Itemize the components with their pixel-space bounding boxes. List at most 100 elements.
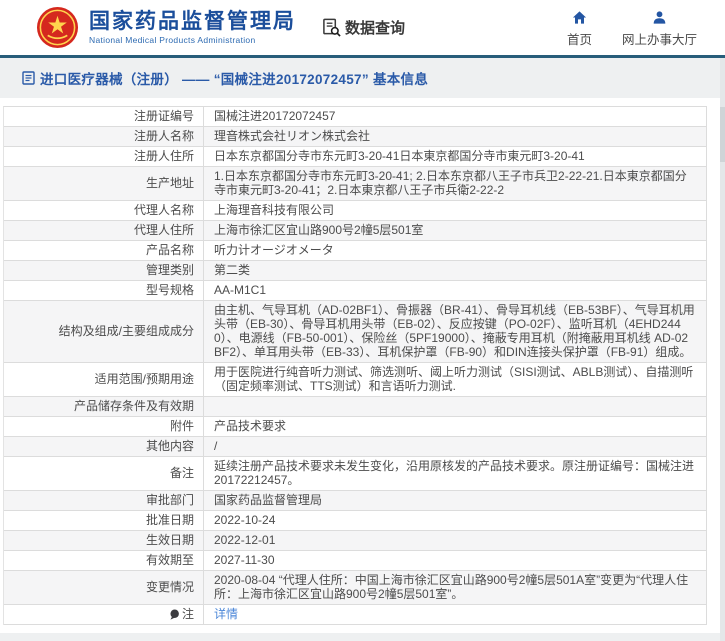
row-value: 国家药品监督管理局 <box>204 491 706 510</box>
row-label-text: 其他内容 <box>146 439 194 453</box>
row-label-text: 产品名称 <box>146 243 194 257</box>
row-value-text: 上海理音科技有限公司 <box>214 203 334 217</box>
row-value-text: 延续注册产品技术要求未发生变化，沿用原核发的产品技术要求。原注册证编号：国械注进… <box>214 459 694 487</box>
table-row: 代理人住所 上海市徐汇区宜山路900号2幢5层501室 <box>4 221 706 241</box>
row-label: 生效日期 <box>4 531 204 550</box>
row-value: 国械注进20172072457 <box>204 107 706 126</box>
row-label-text: 有效期至 <box>146 553 194 567</box>
row-label: 注册人住所 <box>4 147 204 166</box>
row-value: 用于医院进行纯音听力测试、筛选测听、阈上听力测试（SISI测试、ABLB测试）、… <box>204 363 706 396</box>
table-row: 备注 延续注册产品技术要求未发生变化，沿用原核发的产品技术要求。原注册证编号：国械… <box>4 457 706 491</box>
row-value-text: 国家药品监督管理局 <box>214 493 322 507</box>
top-nav: 首页 网上办事大厅 <box>567 0 697 48</box>
row-label: 变更情况 <box>4 571 204 604</box>
details-link[interactable]: 详情 <box>214 607 238 621</box>
row-value-text: 上海市徐汇区宜山路900号2幢5层501室 <box>214 223 423 237</box>
row-value-text: 由主机、气导耳机（AD-02BF1）、骨振器（BR-41）、骨导耳机线（EB-5… <box>214 303 695 359</box>
table-row: 注册证编号国械注进20172072457 <box>4 107 706 127</box>
row-label: 备注 <box>4 457 204 490</box>
row-value: 日本东京都国分寺市东元町3-20-41日本東京都国分寺市東元町3-20-41 <box>204 147 706 166</box>
table-row: 注 详情 <box>4 605 706 625</box>
row-value: 上海市徐汇区宜山路900号2幢5层501室 <box>204 221 706 240</box>
breadcrumb-text: 进口医疗器械（注册） —— “国械注进20172072457” 基本信息 <box>40 68 428 88</box>
row-value-text: 1.日本东京都国分寺市东元町3-20-41; 2.日本东京都八王子市兵卫2-22… <box>214 169 687 197</box>
table-row: 批准日期 2022-10-24 <box>4 511 706 531</box>
scrollbar-thumb[interactable] <box>720 107 725 162</box>
nav-home-label: 首页 <box>567 29 592 48</box>
breadcrumb-band: 进口医疗器械（注册） —— “国械注进20172072457” 基本信息 <box>0 58 725 98</box>
row-label: 产品名称 <box>4 241 204 260</box>
nav-service-hall-label: 网上办事大厅 <box>622 29 697 48</box>
page: 国家药品监督管理局 National Medical Products Admi… <box>0 0 725 641</box>
row-label-text: 生效日期 <box>146 533 194 547</box>
table-row: 附件 产品技术要求 <box>4 417 706 437</box>
row-label: 适用范围/预期用途 <box>4 363 204 396</box>
row-label: 批准日期 <box>4 511 204 530</box>
document-search-icon <box>322 18 341 37</box>
row-label: 代理人住所 <box>4 221 204 240</box>
breadcrumb: 进口医疗器械（注册） —— “国械注进20172072457” 基本信息 <box>22 68 428 88</box>
row-label: 产品储存条件及有效期 <box>4 397 204 416</box>
scrollbar-track[interactable] <box>720 58 725 641</box>
row-label: 代理人名称 <box>4 201 204 220</box>
row-value: 听力计オージオメータ <box>204 241 706 260</box>
row-value-text: 2022-12-01 <box>214 533 275 547</box>
row-label-text: 代理人住所 <box>134 223 194 237</box>
row-value-text: 2022-10-24 <box>214 513 275 527</box>
row-label: 管理类别 <box>4 261 204 280</box>
content-panel: 注册证编号国械注进20172072457注册人名称理音株式会社リオン株式会社注册… <box>0 98 725 633</box>
table-row: 变更情况2020-08-04 “代理人住所：中国上海市徐汇区宜山路900号2幢5… <box>4 571 706 605</box>
row-value: 由主机、气导耳机（AD-02BF1）、骨振器（BR-41）、骨导耳机线（EB-5… <box>204 301 706 362</box>
home-icon <box>572 10 587 25</box>
nmpa-emblem-logo <box>36 6 79 49</box>
row-label-text: 附件 <box>170 419 194 433</box>
row-label-text: 型号规格 <box>146 283 194 297</box>
document-icon <box>22 71 35 85</box>
row-value: AA-M1C1 <box>204 281 706 300</box>
row-label: 注册证编号 <box>4 107 204 126</box>
table-row: 代理人名称上海理音科技有限公司 <box>4 201 706 221</box>
row-label: 有效期至 <box>4 551 204 570</box>
row-label: 生产地址 <box>4 167 204 200</box>
row-value: 2027-11-30 <box>204 551 706 570</box>
table-row: 生效日期 2022-12-01 <box>4 531 706 551</box>
row-label-text: 注 <box>182 607 194 621</box>
data-query-tab[interactable]: 数据查询 <box>322 17 405 38</box>
table-row: 产品储存条件及有效期 <box>4 397 706 417</box>
row-value: 2020-08-04 “代理人住所：中国上海市徐汇区宜山路900号2幢5层501… <box>204 571 706 604</box>
row-value: 上海理音科技有限公司 <box>204 201 706 220</box>
table-row: 结构及组成/主要组成成分由主机、气导耳机（AD-02BF1）、骨振器（BR-41… <box>4 301 706 363</box>
row-value-text: 用于医院进行纯音听力测试、筛选测听、阈上听力测试（SISI测试、ABLB测试）、… <box>214 365 693 393</box>
nav-service-hall[interactable]: 网上办事大厅 <box>622 10 697 48</box>
row-value: 1.日本东京都国分寺市东元町3-20-41; 2.日本东京都八王子市兵卫2-22… <box>204 167 706 200</box>
table-row: 注册人名称 理音株式会社リオン株式会社 <box>4 127 706 147</box>
table-row: 注册人住所日本东京都国分寺市东元町3-20-41日本東京都国分寺市東元町3-20… <box>4 147 706 167</box>
row-value: 产品技术要求 <box>204 417 706 436</box>
nav-home[interactable]: 首页 <box>567 10 592 48</box>
row-value-text: / <box>214 439 217 453</box>
table-row: 其他内容 / <box>4 437 706 457</box>
row-label: 注册人名称 <box>4 127 204 146</box>
row-label-text: 注册人名称 <box>134 129 194 143</box>
header: 国家药品监督管理局 National Medical Products Admi… <box>0 0 725 55</box>
row-label-text: 注册人住所 <box>134 149 194 163</box>
person-icon <box>652 10 667 25</box>
row-value: / <box>204 437 706 456</box>
row-value-text: AA-M1C1 <box>214 283 266 297</box>
row-label: 结构及组成/主要组成成分 <box>4 301 204 362</box>
table-row: 管理类别第二类 <box>4 261 706 281</box>
row-value: 详情 <box>204 605 706 624</box>
row-label-text: 备注 <box>170 466 194 480</box>
row-value: 2022-10-24 <box>204 511 706 530</box>
row-value <box>204 397 706 416</box>
agency-title-block: 国家药品监督管理局 National Medical Products Admi… <box>89 10 296 45</box>
row-label: 注 <box>4 605 204 624</box>
row-value: 理音株式会社リオン株式会社 <box>204 127 706 146</box>
table-row: 适用范围/预期用途用于医院进行纯音听力测试、筛选测听、阈上听力测试（SISI测试… <box>4 363 706 397</box>
row-label: 审批部门 <box>4 491 204 510</box>
row-value-text: 理音株式会社リオン株式会社 <box>214 129 370 143</box>
row-value-text: 听力计オージオメータ <box>214 243 334 257</box>
row-value-text: 产品技术要求 <box>214 419 286 433</box>
data-query-label: 数据查询 <box>345 17 405 38</box>
info-table: 注册证编号国械注进20172072457注册人名称理音株式会社リオン株式会社注册… <box>3 106 707 625</box>
